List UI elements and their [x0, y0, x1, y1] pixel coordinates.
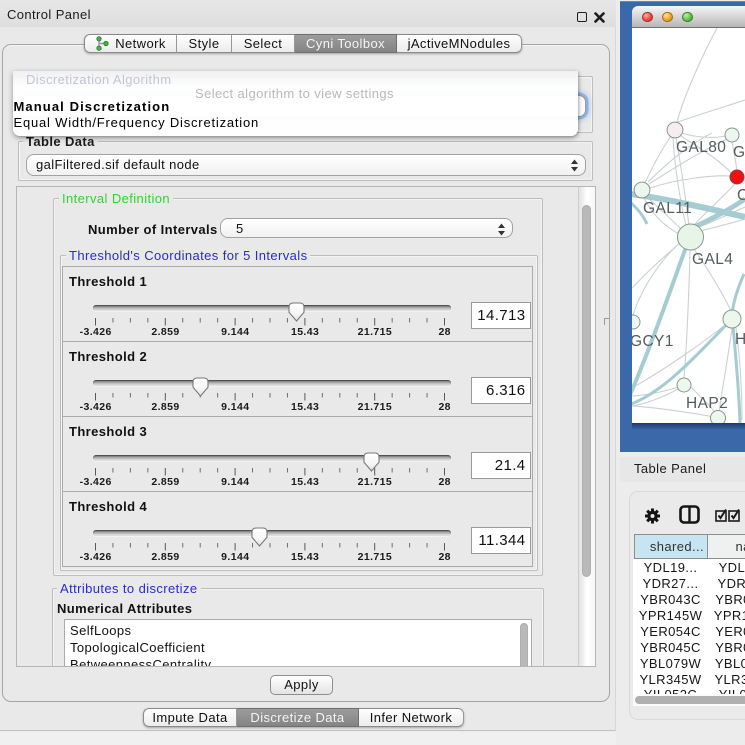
svg-text:H: H	[735, 331, 745, 348]
svg-text:GCY1: GCY1	[632, 333, 674, 350]
svg-text:C: C	[737, 187, 745, 204]
svg-text:GAL80: GAL80	[676, 139, 726, 156]
svg-text:GAL11: GAL11	[643, 200, 692, 217]
svg-text:GA: GA	[733, 144, 745, 161]
svg-text:HAP2: HAP2	[686, 395, 728, 412]
svg-text:GAL4: GAL4	[692, 251, 733, 268]
